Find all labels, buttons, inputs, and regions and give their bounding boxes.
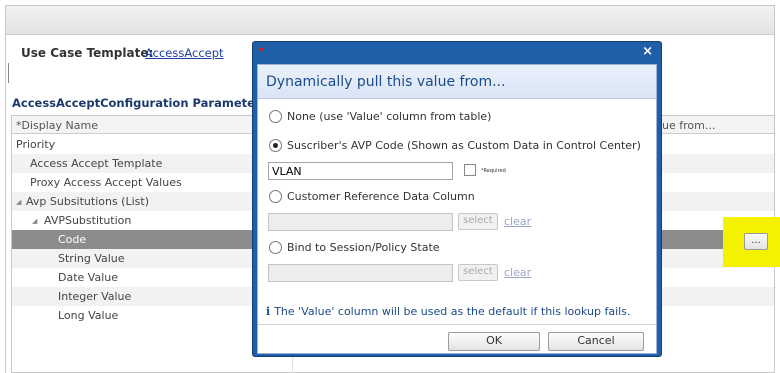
customer-select-button: select [458, 213, 498, 230]
info-message: i The 'Value' column will be used as the … [266, 305, 630, 318]
parameters-title: AccessAcceptConfiguration Parameters [12, 96, 268, 110]
expand-triangle-icon[interactable]: ◢ [32, 217, 37, 225]
cancel-button[interactable]: Cancel [548, 332, 644, 351]
tree-row-label: Date Value [58, 271, 118, 284]
radio-none-label[interactable]: None (use 'Value' column from table) [287, 110, 491, 123]
value-from-header[interactable]: ue from... [662, 119, 715, 132]
dialog-heading: Dynamically pull this value from... [266, 74, 506, 90]
lookup-dialog: • × Dynamically pull this value from... … [252, 41, 662, 357]
tree-row-label: Long Value [58, 309, 119, 322]
tree-row-label: Proxy Access Accept Values [30, 176, 182, 189]
close-icon[interactable]: × [642, 44, 653, 59]
tree-row-label: Integer Value [58, 290, 132, 303]
required-label: *Required [481, 168, 506, 174]
radio-none[interactable] [269, 110, 282, 123]
dialog-heading-bar: Dynamically pull this value from... [258, 65, 656, 99]
radio-avp-code-label[interactable]: Suscriber's AVP Code (Shown as Custom Da… [287, 139, 641, 152]
use-case-label: Use Case Template: [21, 46, 154, 60]
footer-divider [258, 324, 656, 325]
tree-row-label: Priority [16, 138, 56, 151]
display-name-header[interactable]: *Display Name [16, 119, 98, 132]
tree-row-label: String Value [58, 252, 125, 265]
top-toolbar [6, 6, 774, 35]
radio-customer-reference-label[interactable]: Customer Reference Data Column [287, 190, 475, 203]
session-clear-link: clear [504, 266, 532, 279]
required-marker-icon: • [258, 45, 265, 56]
session-state-input [268, 264, 453, 282]
info-text: The 'Value' column will be used as the d… [274, 305, 631, 318]
radio-avp-code[interactable] [269, 139, 282, 152]
session-select-button: select [458, 264, 498, 281]
app-window: Use Case Template: AccessAccept AccessAc… [0, 0, 780, 373]
use-case-link[interactable]: AccessAccept [145, 46, 224, 60]
customer-clear-link: clear [504, 215, 532, 228]
info-icon: i [266, 305, 271, 318]
expand-triangle-icon[interactable]: ◢ [16, 198, 21, 206]
radio-session-state-label[interactable]: Bind to Session/Policy State [287, 241, 440, 254]
ok-button[interactable]: OK [448, 332, 540, 351]
left-divider [8, 63, 10, 83]
required-checkbox[interactable] [464, 164, 476, 176]
lookup-ellipsis-button[interactable]: ... [744, 233, 768, 250]
radio-session-state[interactable] [269, 241, 282, 254]
tree-row-label: Access Accept Template [30, 157, 163, 170]
dialog-body: Dynamically pull this value from... None… [257, 64, 657, 354]
tree-row-label: Code [58, 233, 87, 246]
dialog-titlebar: • × [253, 42, 661, 64]
tree-row-label: AVPSubstitution [44, 214, 132, 227]
customer-column-input [268, 213, 453, 231]
avp-code-input[interactable]: VLAN [268, 162, 453, 180]
radio-customer-reference[interactable] [269, 190, 282, 203]
tree-row-label: Avp Subsitutions (List) [26, 195, 149, 208]
